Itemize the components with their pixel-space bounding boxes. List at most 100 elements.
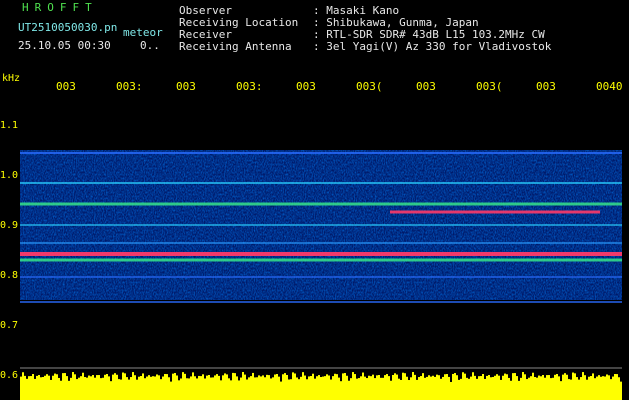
amplitude-bar [208,375,210,400]
amplitude-bar [276,374,278,400]
amplitude-bar [488,375,490,400]
amplitude-bar [420,376,422,400]
amplitude-bar [378,375,380,400]
amplitude-bar [196,378,198,400]
amplitude-bar [342,373,344,400]
amplitude-bar [316,376,318,400]
amplitude-bar [120,379,122,400]
amplitude-bar [468,378,470,400]
amplitude-bar [618,377,620,400]
x-tick-label: 003: [116,80,143,93]
amplitude-bar [364,376,366,400]
amplitude-bar [246,379,248,400]
amplitude-bar [162,376,164,400]
amplitude-bar [300,376,302,400]
amplitude-bar [30,376,32,400]
amplitude-bar [286,374,288,400]
amplitude-bar [158,375,160,400]
amplitude-bar [78,377,80,400]
amplitude-bar [346,375,348,400]
amplitude-bar [368,375,370,400]
amplitude-bar [374,378,376,400]
amplitude-bar [282,374,284,400]
amplitude-bar [262,375,264,400]
amplitude-bar [584,375,586,400]
amplitude-bar [520,377,522,400]
amplitude-bar [328,375,330,400]
amplitude-bar [134,375,136,400]
amplitude-bar [154,376,156,400]
amplitude-bar [148,375,150,400]
amplitude-bar [232,372,234,400]
amplitude-bar [430,376,432,400]
amplitude-bar [294,373,296,400]
amplitude-bar [376,375,378,400]
amplitude-bar [426,376,428,400]
amplitude-bar [212,377,214,400]
amplitude-bar [514,373,516,400]
amplitude-bar [174,373,176,400]
amplitude-bar [216,374,218,400]
amplitude-bar [462,372,464,400]
amplitude-bar [200,376,202,400]
amplitude-bar [76,379,78,400]
x-tick-label: 003( [356,80,383,93]
amplitude-bar [370,376,372,400]
amplitude-bar [118,379,120,400]
amplitude-bar [88,375,90,400]
amplitude-bar [534,376,536,400]
amplitude-bar [418,377,420,400]
amplitude-bar [428,375,430,400]
amplitude-bar [556,374,558,400]
amplitude-bar [592,373,594,400]
amplitude-bar [268,375,270,400]
amplitude-bar [450,381,452,400]
amplitude-bar [54,373,56,400]
amplitude-bar [360,376,362,400]
amplitude-bar [412,372,414,400]
amplitude-bar [500,379,502,400]
amplitude-bar [324,376,326,400]
amplitude-bar [20,376,22,400]
amplitude-bar [558,376,560,400]
amplitude-bar [456,375,458,400]
amplitude-bar [576,377,578,400]
amplitude-bar [308,376,310,400]
amplitude-bar [330,379,332,400]
amplitude-bar [396,374,398,400]
amplitude-bar [186,378,188,400]
x-tick-label: 0040 [596,80,623,93]
amplitude-bar [568,379,570,400]
amplitude-bar [548,375,550,400]
amplitude-bar [448,376,450,400]
amplitude-bar [32,374,34,400]
amplitude-bar [484,378,486,400]
amplitude-bar [150,376,152,400]
amplitude-bar [322,376,324,400]
amplitude-bar [572,372,574,400]
amplitude-bar [168,377,170,400]
amplitude-bar [386,374,388,400]
amplitude-bar [546,375,548,400]
x-tick-label: 003 [416,80,436,93]
amplitude-bar [68,380,70,400]
amplitude-bar [566,374,568,400]
amplitude-bar [432,375,434,400]
amplitude-bar [188,378,190,400]
amplitude-bar [334,373,336,400]
amplitude-bar [40,377,42,400]
amplitude-bar [128,379,130,400]
amplitude-bar [240,377,242,400]
amplitude-bar [82,372,84,400]
amplitude-bar [598,375,600,400]
amplitude-bar [56,374,58,400]
amplitude-bar [296,377,298,400]
amplitude-bar [400,379,402,400]
amplitude-bar [112,374,114,400]
amplitude-bar [160,379,162,400]
amplitude-bar [554,374,556,400]
amplitude-bar [224,373,226,400]
amplitude-bar [152,376,154,400]
amplitude-bar [26,378,28,400]
amplitude-bar [388,376,390,400]
